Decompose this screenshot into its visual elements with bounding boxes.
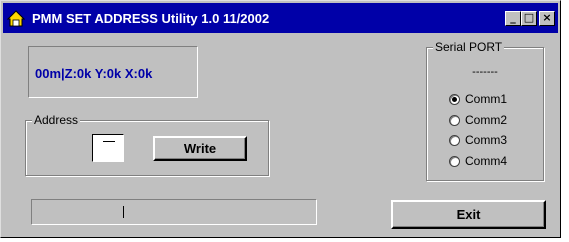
address-group-label: Address: [32, 113, 81, 127]
progress-bar: [31, 199, 317, 225]
window-title: PMM SET ADDRESS Utility 1.0 11/2002: [32, 11, 270, 26]
serial-port-group-label: Serial PORT: [433, 40, 505, 54]
close-button[interactable]: ×: [539, 11, 555, 26]
progress-marker: [123, 206, 124, 218]
coordinate-display: 00m|Z:0k Y:0k X:0k: [28, 46, 198, 98]
minimize-button[interactable]: _: [505, 11, 521, 26]
serial-port-group: Serial PORT ------- Comm1 Comm2 Comm3 Co…: [426, 40, 544, 181]
text-caret: [103, 141, 115, 142]
radio-comm3[interactable]: Comm3: [449, 132, 507, 148]
write-button[interactable]: Write: [153, 136, 247, 161]
radio-label: Comm1: [465, 92, 508, 106]
radio-button[interactable]: [449, 93, 460, 105]
radio-comm2[interactable]: Comm2: [449, 112, 507, 128]
radio-comm1[interactable]: Comm1: [449, 91, 507, 107]
radio-label: Comm3: [465, 133, 508, 147]
app-window: PMM SET ADDRESS Utility 1.0 11/2002 _ □ …: [0, 0, 561, 238]
radio-button[interactable]: [449, 114, 460, 126]
radio-button[interactable]: [449, 155, 460, 167]
radio-button[interactable]: [449, 134, 460, 146]
exit-button[interactable]: Exit: [391, 200, 546, 229]
address-input[interactable]: [92, 134, 124, 162]
maximize-button[interactable]: □: [521, 11, 537, 26]
radio-comm4[interactable]: Comm4: [449, 153, 507, 169]
title-bar[interactable]: PMM SET ADDRESS Utility 1.0 11/2002 _ □ …: [3, 3, 558, 33]
radio-label: Comm2: [465, 113, 508, 127]
coordinate-readout: 00m|Z:0k Y:0k X:0k: [35, 66, 153, 81]
radio-label: Comm4: [465, 154, 508, 168]
serial-port-status: -------: [472, 66, 498, 78]
app-icon: [7, 10, 25, 27]
